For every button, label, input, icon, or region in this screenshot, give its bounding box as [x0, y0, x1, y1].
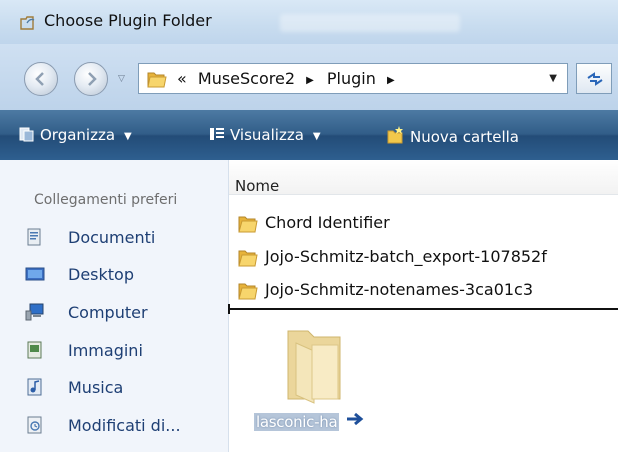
breadcrumb-separator-icon[interactable]: ▶ — [387, 75, 395, 86]
browse-folder-icon — [20, 16, 35, 30]
nav-item-immagini[interactable]: Immagini — [25, 339, 225, 363]
pictures-icon — [27, 341, 42, 359]
refresh-icon — [587, 72, 603, 86]
organize-icon — [19, 127, 34, 142]
nav-item-recent[interactable]: Modificati di... — [25, 414, 225, 438]
nav-item-label: Immagini — [68, 341, 143, 360]
drop-insertion-line — [229, 308, 618, 310]
forward-arrow-icon — [88, 72, 97, 86]
folder-icon — [287, 330, 341, 404]
nav-item-label: Desktop — [68, 265, 134, 284]
favorite-links-header: Collegamenti preferi — [34, 192, 178, 208]
forward-button[interactable] — [74, 62, 108, 96]
drag-ghost-label: lasconic-ha — [254, 413, 340, 431]
file-list: Nome Chord Identifier Jojo-Schmitz-batch… — [228, 160, 618, 452]
recent-pages-dropdown[interactable]: ▽ — [118, 74, 125, 84]
column-header-label: Nome — [235, 177, 280, 195]
organize-button[interactable]: Organizza ▼ — [18, 125, 132, 144]
refresh-button[interactable] — [576, 63, 612, 94]
list-item[interactable]: Jojo-Schmitz-batch_export-107852f — [237, 246, 617, 270]
list-item-name: Jojo-Schmitz-notenames-3ca01c3 — [265, 280, 534, 299]
back-button[interactable] — [24, 62, 58, 96]
navigation-pane: Collegamenti preferi Documenti Desktop C… — [0, 160, 229, 452]
desktop-icon — [25, 267, 45, 281]
breadcrumb-musescore2[interactable]: MuseScore2 — [198, 69, 295, 88]
nav-item-label: Musica — [68, 378, 124, 397]
back-arrow-icon — [35, 72, 44, 86]
breadcrumb-plugin[interactable]: Plugin — [327, 69, 376, 88]
new-folder-icon — [387, 126, 403, 144]
new-folder-label: Nuova cartella — [410, 128, 519, 146]
list-item[interactable]: Chord Identifier — [237, 212, 617, 236]
nav-item-label: Computer — [68, 303, 148, 322]
nav-item-label: Modificati di... — [68, 416, 181, 435]
organize-label: Organizza — [40, 126, 116, 144]
folder-icon — [238, 250, 258, 267]
breadcrumb: « MuseScore2 ▶ Plugin ▶ — [177, 69, 403, 88]
chevron-down-icon: ▼ — [124, 131, 132, 142]
nav-item-computer[interactable]: Computer — [25, 301, 225, 325]
drop-insertion-cap — [228, 304, 230, 314]
window-title: Choose Plugin Folder — [44, 11, 212, 30]
column-header-name[interactable]: Nome — [229, 160, 618, 195]
move-arrow-icon — [347, 412, 364, 426]
breadcrumb-overflow[interactable]: « — [177, 69, 187, 88]
views-button[interactable]: Visualizza ▼ — [208, 125, 321, 144]
recent-icon — [27, 416, 42, 434]
nav-item-documenti[interactable]: Documenti — [25, 226, 225, 250]
navigation-bar: ▽ « MuseScore2 ▶ Plugin ▶ ▼ — [0, 44, 618, 110]
breadcrumb-separator-icon[interactable]: ▶ — [306, 75, 314, 86]
folder-icon — [238, 216, 258, 233]
list-item-name: Jojo-Schmitz-batch_export-107852f — [265, 247, 547, 266]
music-icon — [27, 378, 42, 396]
documents-icon — [27, 228, 41, 246]
title-bar: Choose Plugin Folder — [0, 0, 618, 44]
new-folder-button[interactable]: Nuova cartella — [386, 125, 519, 146]
folder-icon — [147, 72, 167, 88]
folder-icon — [238, 283, 258, 300]
list-item[interactable]: Jojo-Schmitz-notenames-3ca01c3 — [237, 279, 617, 303]
chevron-down-icon: ▼ — [312, 131, 321, 142]
list-item-name: Chord Identifier — [265, 213, 390, 232]
address-bar[interactable]: « MuseScore2 ▶ Plugin ▶ ▼ — [138, 63, 568, 94]
nav-item-musica[interactable]: Musica — [25, 376, 225, 400]
chevron-down-icon[interactable]: ▼ — [549, 73, 557, 84]
command-bar: Organizza ▼ Visualizza ▼ Nuova cartella — [0, 110, 618, 160]
views-label: Visualizza — [230, 126, 304, 144]
computer-icon — [25, 303, 44, 321]
nav-item-desktop[interactable]: Desktop — [25, 263, 225, 287]
views-icon — [210, 128, 224, 140]
title-bar-background-ghost — [280, 14, 460, 32]
nav-item-label: Documenti — [68, 228, 156, 247]
